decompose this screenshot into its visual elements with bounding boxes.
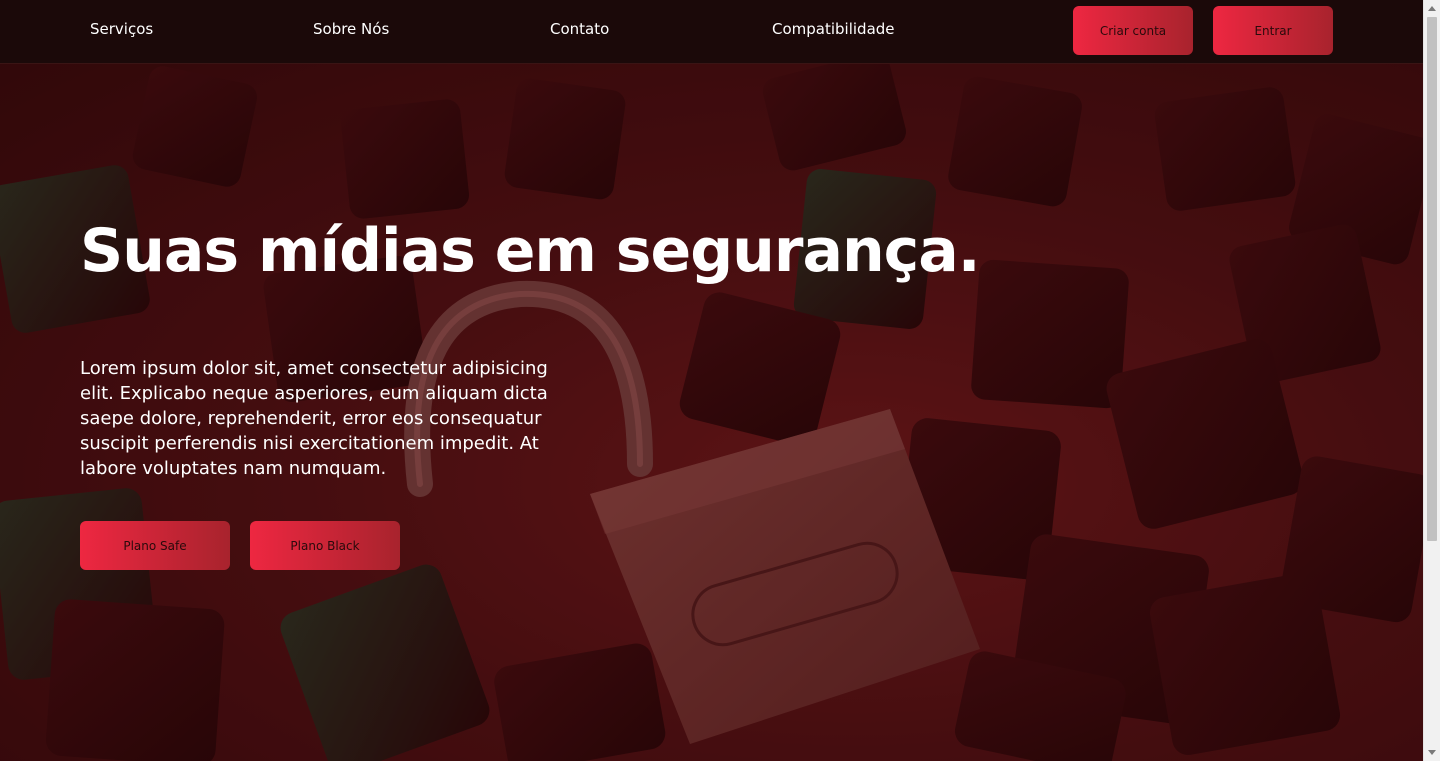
scroll-down-arrow-icon[interactable]: [1428, 750, 1436, 755]
nav-link-contato[interactable]: Contato: [550, 20, 609, 38]
hero-description: Lorem ipsum dolor sit, amet consectetur …: [80, 358, 548, 479]
nav-link-compatibilidade[interactable]: Compatibilidade: [772, 20, 895, 38]
login-button[interactable]: Entrar: [1213, 6, 1333, 55]
signup-button[interactable]: Criar conta: [1073, 6, 1193, 55]
nav-link-sobre-nos[interactable]: Sobre Nós: [313, 20, 389, 38]
vertical-scrollbar[interactable]: [1423, 0, 1440, 761]
hero-section: Suas mídias em segurança. Lorem ipsum do…: [0, 64, 1423, 761]
plan-safe-button[interactable]: Plano Safe: [80, 521, 230, 570]
nav-link-servicos[interactable]: Serviços: [90, 20, 153, 38]
scroll-up-arrow-icon[interactable]: [1428, 6, 1436, 11]
plan-black-button[interactable]: Plano Black: [250, 521, 400, 570]
hero-title: Suas mídias em segurança.: [80, 216, 981, 286]
page: Serviços Sobre Nós Contato Compatibilida…: [0, 0, 1423, 761]
top-navbar: Serviços Sobre Nós Contato Compatibilida…: [0, 0, 1423, 64]
scrollbar-thumb[interactable]: [1427, 17, 1437, 541]
